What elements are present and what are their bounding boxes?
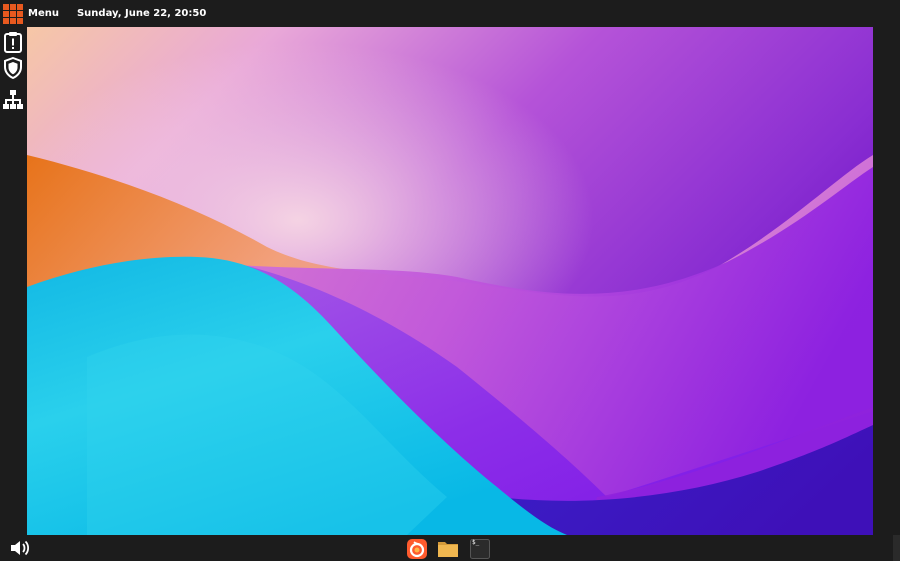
files-icon[interactable] [437,538,459,560]
desktop-screen: Menu Sunday, June 22, 20:50 $_ [0,0,900,561]
menu-label: Menu [28,8,59,19]
show-desktop-corner[interactable] [893,535,900,561]
grid-menu-icon [3,3,23,24]
terminal-icon[interactable]: $_ [469,538,491,560]
terminal-glyph: $_ [472,539,480,546]
right-panel [873,27,900,535]
wallpaper-image [27,27,873,535]
clipboard-alert-icon[interactable] [1,30,25,54]
firefox-icon[interactable] [406,538,428,560]
left-panel [0,27,26,535]
bottom-panel: $_ [0,535,900,561]
clock[interactable]: Sunday, June 22, 20:50 [77,8,206,19]
network-icon[interactable] [1,88,25,112]
top-panel: Menu Sunday, June 22, 20:50 [0,0,900,27]
menu-button[interactable]: Menu [0,0,63,27]
shield-icon[interactable] [1,56,25,80]
volume-icon[interactable] [9,539,31,557]
desktop-wallpaper[interactable] [27,27,873,535]
